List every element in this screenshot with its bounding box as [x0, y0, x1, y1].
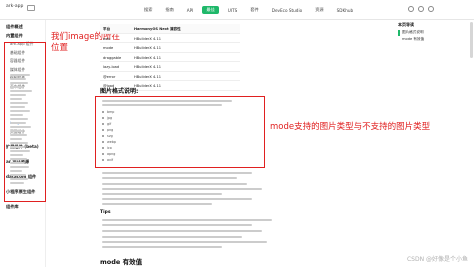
format-label: avif — [107, 158, 114, 162]
table-header-cell: 平台 — [103, 27, 111, 31]
bullet-icon — [102, 153, 104, 155]
sidebar-item[interactable]: 组件概述 — [6, 24, 23, 30]
bullet-icon — [102, 147, 104, 149]
format-label: svg — [107, 134, 113, 138]
format-label: webp — [107, 140, 116, 144]
text-placeholder — [102, 219, 272, 221]
nav-item[interactable]: API — [183, 7, 198, 14]
format-item: bmp — [102, 110, 114, 114]
nav-item[interactable]: 搜索 — [140, 6, 156, 14]
toc-item-format[interactable]: 图片格式说明 — [402, 30, 424, 35]
text-placeholder — [102, 198, 252, 200]
text-placeholder — [102, 246, 222, 248]
table-row: web HBuilderX 4.11 — [100, 34, 240, 43]
user-icon[interactable] — [428, 6, 434, 12]
highlight-box-sidebar — [4, 42, 46, 202]
table-cell: @error — [103, 74, 116, 79]
bullet-icon — [102, 123, 104, 125]
annotation-mid: mode支持的图片类型与不支持的图片类型 — [270, 122, 431, 132]
format-item: ico — [102, 146, 112, 150]
table-row: lazy-load HBuilderX 4.11 — [100, 62, 240, 72]
table-cell: HBuilderX 4.11 — [134, 46, 162, 50]
table-cell: lazy-load — [103, 65, 120, 69]
app-name: ark-app — [6, 4, 24, 9]
text-placeholder — [102, 172, 252, 174]
format-item: webp — [102, 140, 116, 144]
format-item: gif — [102, 122, 111, 126]
scrollbar[interactable] — [470, 22, 473, 58]
table-header: 平台 HarmonyOS Next 兼容性 — [100, 24, 240, 34]
toc-title: 本页导读 — [398, 22, 414, 27]
table-cell: HBuilderX 4.11 — [134, 36, 162, 41]
text-placeholder — [102, 104, 222, 106]
table-cell: HBuilderX 4.11 — [134, 55, 162, 60]
format-label: png — [107, 128, 114, 132]
highlight-box-formats — [95, 96, 265, 168]
bullet-icon — [102, 111, 104, 113]
toc-active-indicator — [398, 30, 400, 36]
bullet-icon — [102, 141, 104, 143]
window-icon[interactable] — [27, 5, 35, 11]
bullet-icon — [102, 117, 104, 119]
format-label: apng — [107, 152, 116, 156]
text-placeholder — [102, 177, 237, 179]
bullet-icon — [102, 135, 104, 137]
format-item: png — [102, 128, 113, 132]
nav-item[interactable]: DevEco Studio — [268, 7, 306, 14]
table-cell: HBuilderX 4.11 — [134, 74, 162, 79]
text-placeholder — [102, 193, 222, 195]
sidebar-item[interactable]: 组件库 — [6, 204, 19, 210]
table-cell: draggable — [103, 55, 122, 60]
table-cell: web — [103, 36, 111, 41]
format-item: jpg — [102, 116, 112, 120]
text-placeholder — [102, 224, 252, 226]
text-placeholder — [102, 241, 267, 243]
section-title-image-format: 图片格式说明: — [100, 88, 139, 95]
table-header-cell: HarmonyOS Next 兼容性 — [134, 27, 181, 31]
bullet-icon — [102, 159, 104, 161]
nav-item[interactable]: 最佳 — [202, 6, 219, 14]
search-icon[interactable] — [408, 6, 414, 12]
text-placeholder — [102, 188, 262, 190]
nav-item[interactable]: UITS — [224, 7, 242, 14]
settings-icon[interactable] — [418, 6, 424, 12]
text-placeholder — [102, 230, 262, 232]
table-row: mode HBuilderX 4.11 — [100, 43, 240, 53]
nav-item[interactable]: 套件 — [246, 6, 262, 14]
table-cell: mode — [103, 46, 114, 50]
table-row: @error HBuilderX 4.11 — [100, 72, 240, 81]
format-item: avif — [102, 158, 113, 162]
format-label: jpg — [107, 116, 113, 120]
format-item: apng — [102, 152, 115, 156]
format-item: svg — [102, 134, 113, 138]
table-cell: HBuilderX 4.11 — [134, 65, 162, 69]
top-navigation-bar: ark-app 搜索 指南 API 最佳 UITS 套件 DevEco Studio 资源 SD… — [0, 0, 474, 20]
tips-heading: Tips — [100, 210, 111, 215]
nav-item[interactable]: 指南 — [161, 6, 177, 14]
text-placeholder — [102, 203, 212, 205]
mode-heading: mode 有效值 — [100, 258, 143, 266]
bullet-icon — [102, 129, 104, 131]
nav-item[interactable]: 资源 — [311, 6, 327, 14]
nav-item[interactable]: SDKhub — [333, 7, 358, 14]
watermark: CSDN @好像是个小鱼 — [406, 256, 468, 263]
format-label: gif — [107, 122, 112, 126]
format-label: ico — [107, 146, 112, 150]
text-placeholder — [102, 236, 242, 238]
top-nav: 搜索 指南 API 最佳 UITS 套件 DevEco Studio 资源 SDKhub — [140, 5, 357, 15]
text-placeholder — [102, 183, 247, 185]
compat-table: 平台 HarmonyOS Next 兼容性 web HBuilderX 4.11 mod… — [100, 24, 240, 91]
toc-item-mode[interactable]: mode 有效值 — [402, 37, 424, 42]
format-label: bmp — [107, 110, 115, 114]
text-placeholder — [102, 100, 232, 102]
sidebar-item[interactable]: 内置组件 — [6, 33, 23, 39]
table-row: draggable HBuilderX 4.11 — [100, 53, 240, 62]
